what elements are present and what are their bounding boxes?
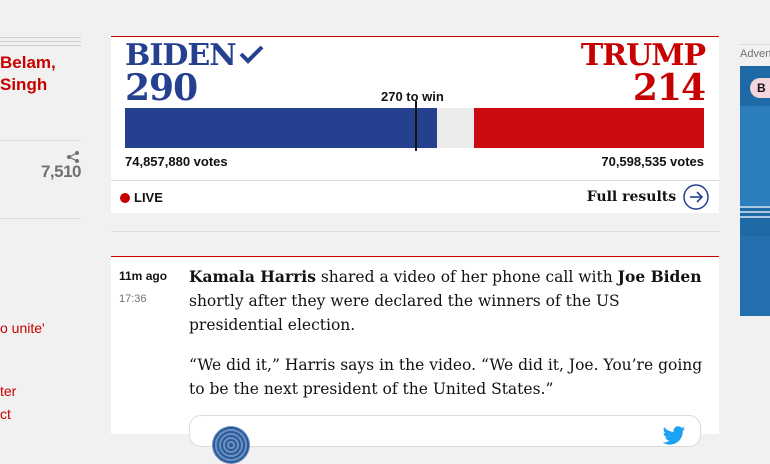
check-icon bbox=[239, 45, 264, 64]
biden-popular-votes: 74,857,880 votes bbox=[125, 154, 228, 169]
advert-panel bbox=[740, 236, 770, 316]
biden-bar-segment bbox=[125, 108, 437, 148]
full-results-label[interactable]: Full results bbox=[587, 189, 676, 205]
key-event-link[interactable]: ct bbox=[0, 406, 11, 422]
to-win-label: 270 to win bbox=[381, 89, 444, 104]
post-text: shared a video of her phone call with bbox=[315, 268, 618, 286]
post-paragraph: Kamala Harris shared a video of her phon… bbox=[189, 265, 709, 337]
trump-electoral-votes: 214 bbox=[632, 67, 706, 109]
share-count: 7,510 bbox=[40, 162, 82, 181]
divider bbox=[0, 140, 81, 141]
trump-bar-segment bbox=[474, 108, 704, 148]
person-name: Kamala Harris bbox=[189, 267, 316, 286]
win-threshold-line bbox=[415, 101, 417, 151]
byline-line2[interactable]: Singh bbox=[0, 74, 81, 96]
live-indicator: LIVE bbox=[120, 190, 163, 205]
twitter-bird-icon bbox=[662, 426, 685, 445]
live-blog-post: 11m ago 17:36 Kamala Harris shared a vid… bbox=[111, 256, 719, 464]
post-time-ago[interactable]: 11m ago bbox=[119, 269, 167, 283]
post-text: shortly after they were declared the win… bbox=[189, 292, 620, 334]
advert-panel bbox=[740, 106, 770, 206]
election-results-card: BIDEN 290 TRUMP 214 270 to win 74,857,88… bbox=[111, 36, 719, 213]
tweet-embed[interactable] bbox=[189, 415, 701, 464]
advertisement[interactable]: B bbox=[740, 66, 770, 316]
arrow-right-circle-icon[interactable] bbox=[683, 184, 709, 210]
biden-electoral-votes: 290 bbox=[125, 67, 198, 109]
trump-popular-votes: 70,598,535 votes bbox=[601, 154, 704, 169]
left-column: Belam, Singh 7,510 o unite' ter ct bbox=[0, 0, 82, 433]
byline-rules bbox=[0, 37, 81, 49]
divider bbox=[0, 218, 81, 219]
card-divider bbox=[111, 180, 719, 181]
avatar bbox=[212, 426, 250, 464]
person-name: Joe Biden bbox=[617, 267, 702, 286]
key-event-link[interactable]: o unite' bbox=[0, 320, 45, 336]
post-timestamp: 17:36 bbox=[119, 293, 147, 305]
post-body: Kamala Harris shared a video of her phon… bbox=[189, 265, 709, 417]
post-paragraph: “We did it,” Harris says in the video. “… bbox=[189, 356, 703, 398]
byline-line1[interactable]: Belam, bbox=[0, 52, 81, 74]
live-dot-icon bbox=[120, 193, 130, 203]
advert-stripes bbox=[740, 206, 770, 221]
key-event-link[interactable]: ter bbox=[0, 383, 16, 399]
advert-pill: B bbox=[750, 78, 770, 98]
full-results-link[interactable]: Full results bbox=[587, 184, 709, 210]
live-label: LIVE bbox=[134, 190, 163, 205]
byline[interactable]: Belam, Singh bbox=[0, 52, 81, 96]
advert-label: Advertisement bbox=[740, 44, 770, 68]
divider bbox=[111, 231, 719, 232]
